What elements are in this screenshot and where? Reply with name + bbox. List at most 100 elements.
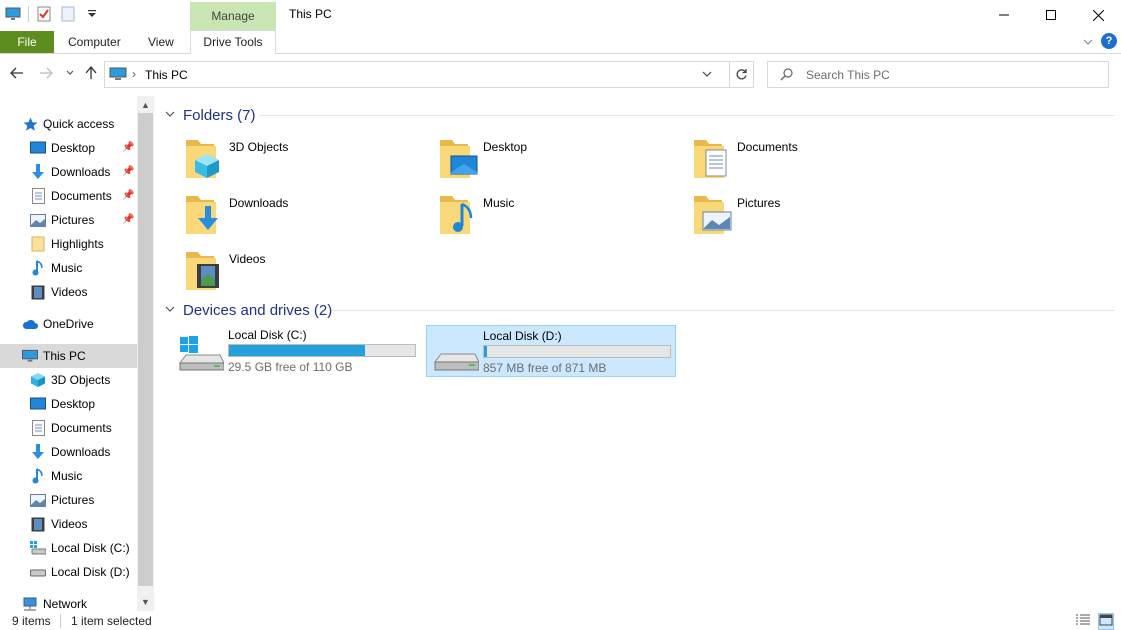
navigation-pane: Quick access Desktop 📌 Downloads 📌 Docum…	[0, 96, 155, 611]
address-bar[interactable]: › This PC	[104, 61, 754, 88]
sidebar-item-qa-desktop[interactable]: Desktop 📌	[0, 136, 137, 160]
sidebar-item-onedrive[interactable]: OneDrive	[0, 312, 137, 336]
breadcrumb-chevron-icon[interactable]: ›	[132, 67, 136, 81]
sidebar-scrollbar[interactable]: ▲ ▼	[137, 96, 154, 611]
folders-group-header[interactable]: Folders (7)	[165, 104, 256, 126]
drives-group-header[interactable]: Devices and drives (2)	[165, 299, 332, 321]
minimize-button[interactable]	[981, 0, 1027, 30]
back-arrow-icon	[10, 67, 23, 79]
breadcrumb-this-pc[interactable]: This PC	[145, 68, 188, 82]
up-arrow-icon	[85, 66, 97, 79]
drive-usage-fill	[229, 345, 365, 356]
address-history-chevron-icon[interactable]	[702, 67, 712, 81]
maximize-button[interactable]	[1028, 0, 1074, 30]
sidebar-item-label: Music	[51, 469, 83, 483]
close-button[interactable]	[1075, 0, 1121, 30]
sidebar-item-qa-documents[interactable]: Documents 📌	[0, 184, 137, 208]
drive-free-space: 29.5 GB free of 110 GB	[228, 360, 353, 374]
videos-icon	[30, 284, 46, 300]
drive-tile-c[interactable]: Local Disk (C:) 29.5 GB free of 110 GB	[172, 325, 422, 377]
search-input[interactable]	[806, 66, 1096, 84]
tab-view[interactable]: View	[148, 31, 174, 53]
sidebar-item-label: Downloads	[51, 165, 111, 179]
sidebar-item-qa-downloads[interactable]: Downloads 📌	[0, 160, 137, 184]
sidebar-item-pictures[interactable]: Pictures	[0, 488, 137, 512]
drives-heading: Devices and drives (2)	[183, 301, 333, 319]
collapse-chevron-icon[interactable]	[165, 304, 179, 316]
refresh-button[interactable]	[729, 62, 753, 87]
sidebar-item-qa-videos[interactable]: Videos	[0, 280, 137, 304]
music-icon	[30, 260, 46, 276]
drive-tile-d[interactable]: Local Disk (D:) 857 MB free of 871 MB	[426, 325, 676, 377]
sidebar-item-network[interactable]: Network	[0, 592, 137, 611]
pin-icon[interactable]: 📌	[122, 214, 134, 225]
tab-computer[interactable]: Computer	[68, 31, 121, 53]
pin-icon[interactable]: 📌	[122, 190, 134, 201]
tab-drive-tools[interactable]: Drive Tools	[190, 30, 276, 54]
folder-tile-pictures[interactable]: Pictures	[692, 192, 942, 246]
collapse-chevron-icon[interactable]	[165, 109, 179, 121]
up-button[interactable]	[82, 64, 100, 82]
large-icons-view-icon[interactable]	[1098, 613, 1114, 630]
scroll-down-icon[interactable]: ▼	[137, 593, 154, 610]
sidebar-item-label: Network	[43, 597, 88, 611]
sidebar-item-documents[interactable]: Documents	[0, 416, 137, 440]
folder-label: Videos	[229, 252, 266, 266]
sidebar-item-3d-objects[interactable]: 3D Objects	[0, 368, 137, 392]
ribbon-tabs: File Computer View Drive Tools ?	[0, 30, 1121, 54]
3d-objects-icon	[30, 372, 46, 388]
downloads-icon	[186, 196, 218, 234]
pin-icon[interactable]: 📌	[122, 142, 134, 153]
sidebar-item-music[interactable]: Music	[0, 464, 137, 488]
sidebar-item-label: Local Disk (C:)	[51, 541, 130, 555]
forward-button[interactable]	[37, 64, 55, 82]
drive-icon	[434, 353, 479, 371]
tab-manage[interactable]: Manage	[190, 2, 276, 31]
back-button[interactable]	[8, 64, 26, 82]
title-bar: Manage This PC	[0, 0, 1121, 31]
sidebar-item-local-disk-d[interactable]: Local Disk (D:)	[0, 560, 137, 584]
desktop-icon	[30, 396, 46, 412]
refresh-icon	[736, 69, 747, 80]
pin-icon[interactable]: 📌	[122, 166, 134, 177]
search-box[interactable]	[767, 61, 1109, 88]
downloads-icon	[30, 164, 46, 180]
scrollbar-thumb[interactable]	[138, 113, 153, 586]
sidebar-item-qa-pictures[interactable]: Pictures 📌	[0, 208, 137, 232]
folder-tile-documents[interactable]: Documents	[692, 136, 942, 190]
pictures-icon	[30, 212, 46, 228]
sidebar-item-label: Quick access	[43, 117, 115, 131]
sidebar-item-label: Videos	[51, 285, 88, 299]
details-view-icon[interactable]	[1075, 613, 1091, 630]
sidebar-item-qa-music[interactable]: Music	[0, 256, 137, 280]
network-icon	[22, 596, 38, 611]
sidebar-item-quick-access[interactable]: Quick access	[0, 112, 137, 136]
content-pane: Folders (7) 3D Objects Desktop Documents…	[155, 96, 1121, 611]
sidebar-item-desktop[interactable]: Desktop	[0, 392, 137, 416]
tab-file[interactable]: File	[0, 31, 54, 53]
folder-tile-desktop[interactable]: Desktop	[438, 136, 688, 190]
folder-tile-downloads[interactable]: Downloads	[184, 192, 434, 246]
toolbar-separator	[28, 6, 29, 22]
customize-toolbar-icon[interactable]	[83, 5, 101, 23]
folder-label: 3D Objects	[229, 140, 289, 154]
expand-ribbon-icon[interactable]	[1083, 35, 1093, 49]
new-folder-icon[interactable]	[59, 5, 77, 23]
recent-locations-button[interactable]	[61, 64, 79, 82]
folder-tile-music[interactable]: Music	[438, 192, 688, 246]
sidebar-item-qa-highlights[interactable]: Highlights	[0, 232, 137, 256]
sidebar-item-local-disk-c[interactable]: Local Disk (C:)	[0, 536, 137, 560]
folder-tile-3d-objects[interactable]: 3D Objects	[184, 136, 434, 190]
properties-icon[interactable]	[35, 5, 53, 23]
sidebar-item-label: This PC	[43, 349, 86, 363]
sidebar-item-videos[interactable]: Videos	[0, 512, 137, 536]
sidebar-item-downloads[interactable]: Downloads	[0, 440, 137, 464]
videos-icon	[186, 252, 219, 290]
chevron-down-icon	[66, 70, 74, 75]
close-icon	[1092, 9, 1104, 21]
folder-tile-videos[interactable]: Videos	[184, 248, 434, 302]
this-pc-icon[interactable]	[4, 5, 22, 23]
scroll-up-icon[interactable]: ▲	[137, 96, 154, 113]
help-button[interactable]: ?	[1101, 33, 1117, 49]
sidebar-item-this-pc[interactable]: This PC	[0, 344, 137, 368]
